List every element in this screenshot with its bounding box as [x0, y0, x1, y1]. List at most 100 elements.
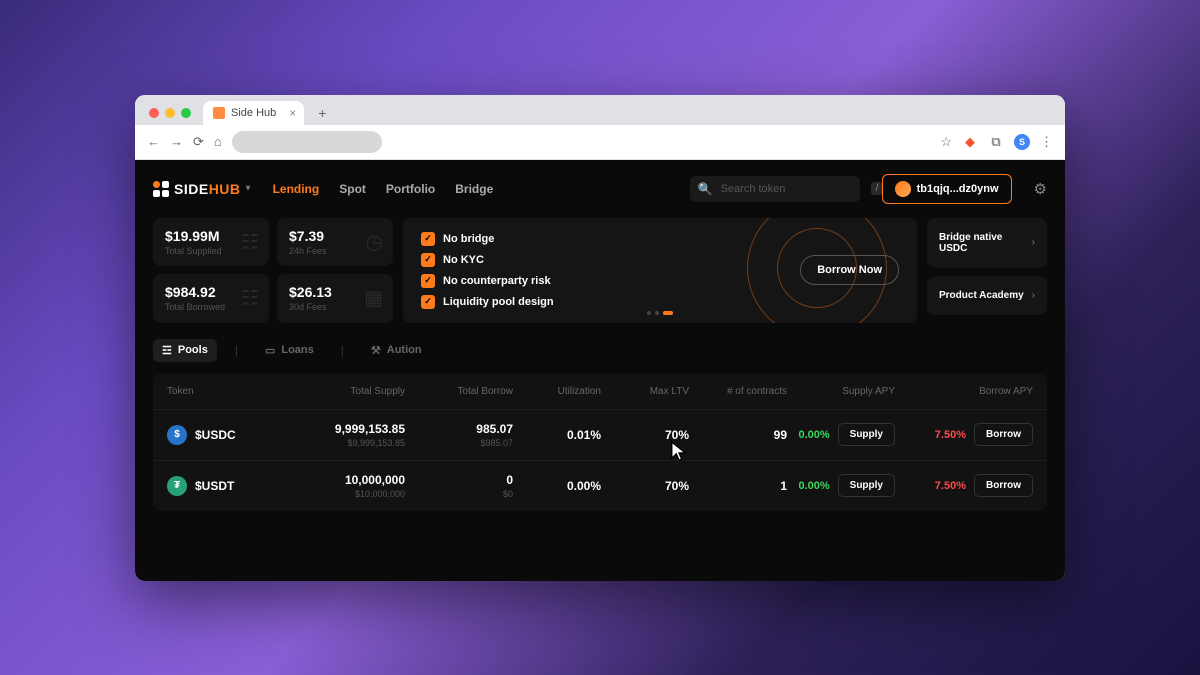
reload-icon[interactable]: ⟳ [193, 134, 204, 150]
cell-borrow: 0$0 [413, 473, 513, 499]
feature-item: ✓No KYC [421, 253, 554, 267]
pools-icon: ☲ [162, 344, 172, 357]
th-borrow-apy: Borrow APY [903, 386, 1033, 397]
th-supply-apy: Supply APY [795, 386, 895, 397]
search-input[interactable] [721, 183, 863, 195]
subtabs: ☲Pools | ▭Loans | ⚒Aution [153, 339, 1047, 362]
cell-util: 0.01% [521, 428, 601, 442]
feature-item: ✓Liquidity pool design [421, 295, 554, 309]
search-box[interactable]: 🔍 / [690, 176, 860, 202]
address-input[interactable] [232, 131, 382, 153]
pools-table: Token Total Supply Total Borrow Utilizat… [153, 374, 1047, 511]
cell-supply-apy: 0.00% Supply [795, 423, 895, 446]
check-icon: ✓ [421, 253, 435, 267]
th-borrow: Total Borrow [413, 386, 513, 397]
nav-bridge[interactable]: Bridge [455, 182, 493, 196]
table-row: $ $USDC 9,999,153.85$9,999,153.85 985.07… [153, 409, 1047, 460]
new-tab-button[interactable]: + [312, 105, 332, 121]
forward-icon[interactable]: → [170, 134, 183, 149]
wallet-icon [895, 181, 911, 197]
cell-contracts: 1 [697, 479, 787, 493]
stat-total-supplied: $19.99M Total Supplied ☷ [153, 218, 269, 267]
cell-util: 0.00% [521, 479, 601, 493]
clock-icon: ◷ [366, 229, 383, 254]
tab-auction[interactable]: ⚒Aution [362, 339, 431, 362]
chevron-down-icon: ▾ [246, 183, 251, 194]
extensions-icon[interactable]: ⧉ [988, 134, 1004, 150]
coins-icon: ☷ [241, 229, 259, 254]
supply-apy-value: 0.00% [798, 429, 829, 441]
carousel-dots[interactable] [647, 311, 673, 315]
nav-portfolio[interactable]: Portfolio [386, 182, 435, 196]
borrow-apy-value: 7.50% [935, 429, 966, 441]
logo-icon [153, 181, 169, 197]
stat-total-borrowed: $984.92 Total Borrowed ☷ [153, 274, 269, 323]
chevron-right-icon: › [1032, 290, 1035, 301]
tab-loans[interactable]: ▭Loans [256, 339, 323, 362]
minimize-window-icon[interactable] [165, 108, 175, 118]
calendar-icon: ▦ [364, 286, 383, 311]
cell-borrow: 985.07$985.07 [413, 422, 513, 448]
url-bar: ← → ⟳ ⌂ ☆ ◆ ⧉ S ⋮ [135, 125, 1065, 160]
usdt-icon: ₮ [167, 476, 187, 496]
feature-item: ✓No counterparty risk [421, 274, 554, 288]
link-label: Product Academy [939, 290, 1024, 301]
profile-avatar[interactable]: S [1014, 134, 1030, 150]
database-icon: ☷ [241, 286, 259, 311]
menu-icon[interactable]: ⋮ [1040, 134, 1053, 150]
cell-supply: 10,000,000$10,000,000 [285, 473, 405, 499]
supply-apy-value: 0.00% [798, 480, 829, 492]
th-contracts: # of contracts [697, 386, 787, 397]
loans-icon: ▭ [265, 344, 275, 357]
cell-borrow-apy: 7.50% Borrow [903, 474, 1033, 497]
stats-grid: $19.99M Total Supplied ☷ $7.39 24h Fees … [153, 218, 393, 323]
close-window-icon[interactable] [149, 108, 159, 118]
wallet-address: tb1qjq...dz0ynw [917, 183, 999, 195]
maximize-window-icon[interactable] [181, 108, 191, 118]
token-symbol: $USDC [195, 428, 236, 442]
supply-button[interactable]: Supply [838, 474, 895, 497]
browser-tab[interactable]: Side Hub × [203, 101, 304, 125]
window-controls [145, 108, 195, 118]
cell-ltv: 70% [609, 479, 689, 493]
cell-contracts: 99 [697, 428, 787, 442]
home-icon[interactable]: ⌂ [214, 134, 222, 149]
check-icon: ✓ [421, 274, 435, 288]
back-icon[interactable]: ← [147, 134, 160, 149]
token-symbol: $USDT [195, 479, 234, 493]
auction-icon: ⚒ [371, 344, 381, 357]
nav-lending[interactable]: Lending [273, 182, 320, 196]
link-label: Bridge native USDC [939, 232, 1032, 254]
tab-favicon [213, 107, 225, 119]
stat-30d-fees: $26.13 30d Fees ▦ [277, 274, 393, 323]
table-row: ₮ $USDT 10,000,000$10,000,000 0$0 0.00% … [153, 460, 1047, 511]
borrow-apy-value: 7.50% [935, 480, 966, 492]
borrow-button[interactable]: Borrow [974, 474, 1033, 497]
borrow-button[interactable]: Borrow [974, 423, 1033, 446]
browser-window: Side Hub × + ← → ⟳ ⌂ ☆ ◆ ⧉ S ⋮ SIDEHUB ▾ [135, 95, 1065, 581]
chevron-right-icon: › [1032, 237, 1035, 248]
stat-24h-fees: $7.39 24h Fees ◷ [277, 218, 393, 267]
wallet-button[interactable]: tb1qjq...dz0ynw [882, 174, 1012, 204]
table-header: Token Total Supply Total Borrow Utilizat… [153, 374, 1047, 409]
promo-banner: ✓No bridge ✓No KYC ✓No counterparty risk… [403, 218, 917, 323]
side-links: Bridge native USDC › Product Academy › [927, 218, 1047, 323]
dashboard: $19.99M Total Supplied ☷ $7.39 24h Fees … [153, 218, 1047, 323]
token-cell: ₮ $USDT [167, 476, 277, 496]
th-ltv: Max LTV [609, 386, 689, 397]
promo-features: ✓No bridge ✓No KYC ✓No counterparty risk… [421, 232, 554, 309]
close-tab-icon[interactable]: × [289, 106, 296, 120]
cell-ltv: 70% [609, 428, 689, 442]
nav-spot[interactable]: Spot [339, 182, 366, 196]
link-product-academy[interactable]: Product Academy › [927, 276, 1047, 315]
bookmark-icon[interactable]: ☆ [940, 134, 952, 150]
token-cell: $ $USDC [167, 425, 277, 445]
tab-pools[interactable]: ☲Pools [153, 339, 217, 362]
logo[interactable]: SIDEHUB ▾ [153, 181, 251, 197]
brave-icon[interactable]: ◆ [962, 134, 978, 150]
borrow-now-button[interactable]: Borrow Now [800, 255, 899, 285]
link-bridge-usdc[interactable]: Bridge native USDC › [927, 218, 1047, 268]
tab-title: Side Hub [231, 107, 276, 119]
supply-button[interactable]: Supply [838, 423, 895, 446]
settings-icon[interactable]: ⚙ [1034, 180, 1047, 198]
